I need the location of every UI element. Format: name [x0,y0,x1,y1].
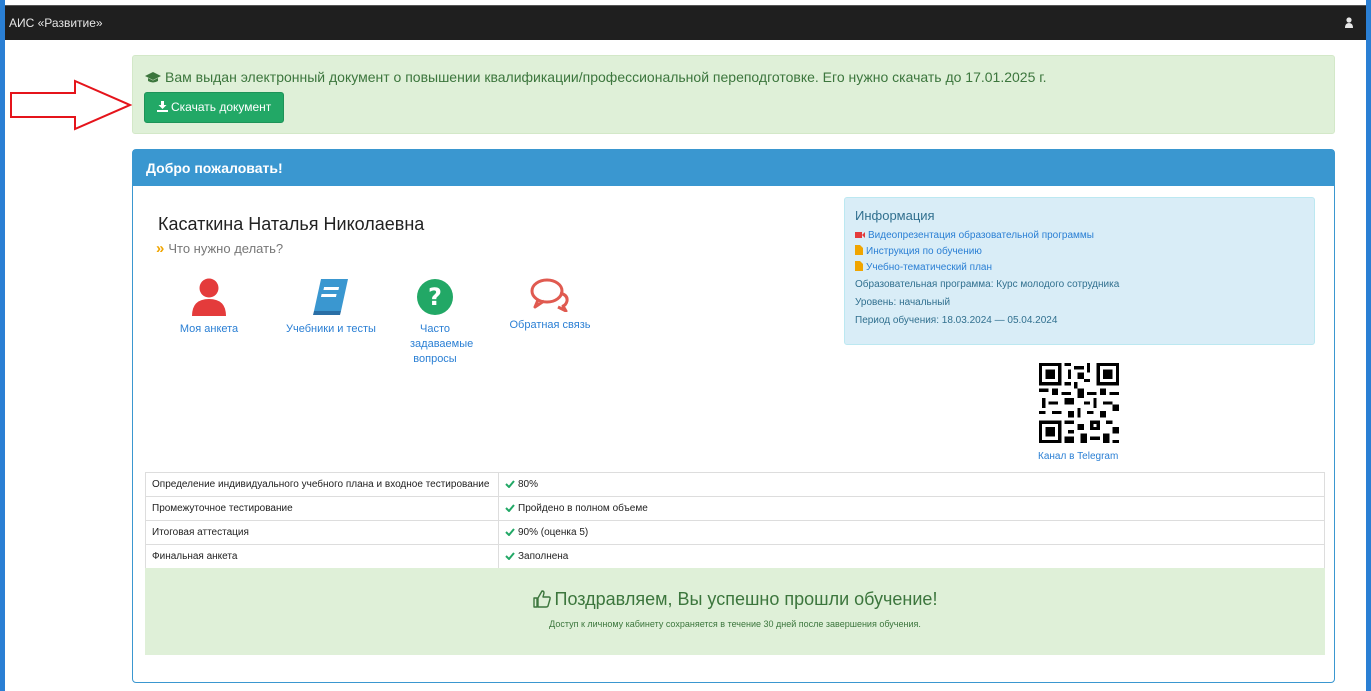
tile-faq[interactable]: ? Часто задаваемые вопросы [390,278,480,367]
document-alert: Вам выдан электронный документ о повышен… [132,55,1335,134]
step-result: 80% [498,472,1325,497]
telegram-qr-code[interactable] [1039,363,1119,443]
book-icon [313,279,348,315]
info-box: Информация Видеопрезентация образователь… [844,197,1315,345]
thumbs-up-icon [532,590,551,608]
tile-label: Часто задаваемые вопросы [410,323,474,365]
check-icon [505,504,515,513]
table-row: Финальная анкета Заполнена [145,544,1325,569]
link-study-plan[interactable]: Учебно-тематический план [855,260,1304,276]
todo-marker: » [156,240,165,257]
graduation-cap-icon [145,72,161,83]
comments-icon [530,278,569,312]
tile-label: Учебники и тесты [286,323,376,335]
step-name: Промежуточное тестирование [145,496,499,521]
todo-heading[interactable]: » Что нужно делать? [156,240,283,257]
telegram-link[interactable]: Канал в Telegram [1038,451,1118,462]
file-icon [855,261,863,271]
tile-textbooks-tests[interactable]: Учебники и тесты [281,278,381,337]
congratulations-box: Поздравляем, Вы успешно прошли обучение!… [145,568,1325,655]
check-icon [505,528,515,537]
table-row: Определение индивидуального учебного пла… [145,472,1325,497]
download-document-button[interactable]: Скачать документ [144,92,285,123]
step-name: Определение индивидуального учебного пла… [145,472,499,497]
user-icon[interactable] [1345,17,1353,28]
question-icon: ? [417,279,453,315]
check-icon [505,552,515,561]
info-level: Уровень: начальный [855,297,951,308]
video-camera-icon [855,232,865,238]
info-period: Период обучения: 18.03.2024 — 05.04.2024 [855,315,1058,326]
table-row: Промежуточное тестирование Пройдено в по… [145,496,1325,521]
link-instruction[interactable]: Инструкция по обучению [855,244,1304,260]
tile-my-profile[interactable]: Моя анкета [169,278,249,337]
download-button-label: Скачать документ [171,100,272,114]
info-program: Образовательная программа: Курс молодого… [855,279,1120,290]
app-brand[interactable]: АИС «Развитие» [9,16,103,30]
welcome-panel: Добро пожаловать! Касаткина Наталья Нико… [132,149,1335,683]
file-icon [855,245,863,255]
step-result: Пройдено в полном объеме [498,496,1325,521]
user-icon [192,278,226,316]
link-video-presentation[interactable]: Видеопрезентация образовательной програм… [855,228,1304,244]
student-name: Касаткина Наталья Николаевна [158,214,425,234]
panel-title: Добро пожаловать! [133,150,1334,186]
step-name: Итоговая аттестация [145,520,499,545]
step-name: Финальная анкета [145,544,499,569]
todo-label: Что нужно делать? [168,241,284,256]
table-row: Итоговая аттестация 90% (оценка 5) [145,520,1325,545]
red-arrow-annotation [10,79,133,131]
info-title: Информация [855,208,935,223]
progress-table: Определение индивидуального учебного пла… [145,472,1325,569]
step-result: Заполнена [498,544,1325,569]
tile-label: Обратная связь [509,319,591,331]
congrats-title: Поздравляем, Вы успешно прошли обучение! [554,589,938,609]
top-navbar: АИС «Развитие» [5,5,1366,40]
tile-feedback[interactable]: Обратная связь [505,278,595,333]
check-icon [505,480,515,489]
step-result: 90% (оценка 5) [498,520,1325,545]
download-icon [157,101,168,112]
svg-text:?: ? [428,283,442,311]
alert-message: Вам выдан электронный документ о повышен… [165,69,1047,85]
congrats-subtitle: Доступ к личному кабинету сохраняется в … [549,619,921,629]
tile-label: Моя анкета [179,323,239,335]
